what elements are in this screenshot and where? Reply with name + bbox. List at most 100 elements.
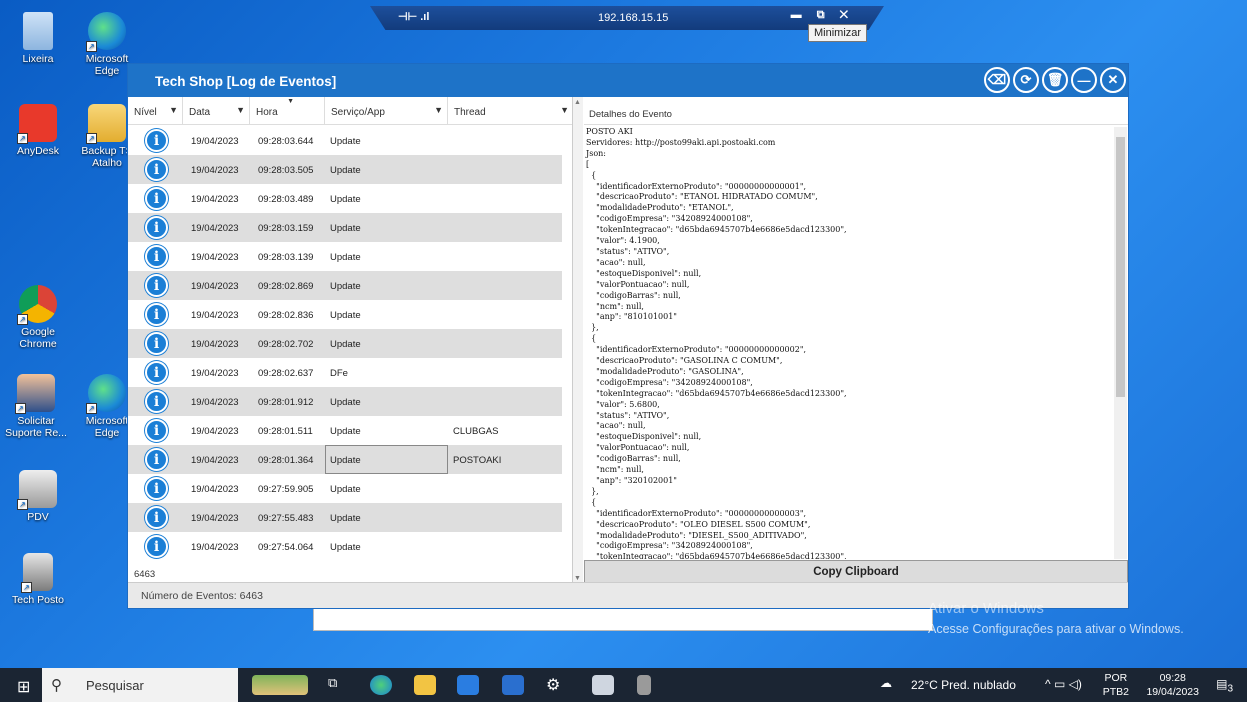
minimize-icon[interactable]: — [1071, 67, 1097, 93]
cell-time: 09:28:01.364 [258, 455, 314, 466]
filter-icon[interactable]: ▼ [560, 105, 569, 115]
copy-clipboard-button[interactable]: Copy Clipboard [584, 560, 1128, 584]
edge-taskbar-icon[interactable] [370, 675, 392, 695]
desktop-icon-label: Microsoft Edge [85, 415, 129, 439]
windows-start-icon[interactable]: ⊞ [17, 677, 30, 697]
scroll-thumb[interactable] [1116, 137, 1125, 397]
table-row[interactable]: i 19/04/2023 09:28:02.836 Update [128, 300, 562, 329]
window-controls[interactable]: ▬ ⧉ ✕ [791, 9, 854, 22]
cell-thread: POSTOAKI [453, 455, 502, 466]
desktop-icon-pdv[interactable]: ↗ PDV [6, 470, 70, 523]
mail-icon[interactable] [502, 675, 524, 695]
cell-service: Update [330, 252, 361, 263]
info-level-icon: i [145, 274, 168, 297]
column-hora[interactable]: Hora ▼ [250, 97, 325, 125]
info-level-icon: i [145, 390, 168, 413]
tech-shop-taskbar-icon[interactable] [592, 675, 614, 695]
chrome-icon: ↗ [17, 285, 57, 325]
table-row[interactable]: i 19/04/2023 09:28:03.644 Update [128, 126, 562, 155]
grid-scrollbar[interactable]: ▲ ▼ [573, 97, 583, 584]
cell-time: 09:28:02.637 [258, 368, 314, 379]
weather-text[interactable]: 22°C Pred. nublado [911, 678, 1016, 692]
desktop-icon-anydesk[interactable]: ↗ AnyDesk [6, 104, 70, 157]
cell-service: Update [330, 339, 361, 350]
minimize-tooltip: Minimizar [808, 24, 868, 42]
cell-time: 09:28:02.836 [258, 310, 314, 321]
cell-time: 09:27:55.483 [258, 513, 314, 524]
settings-icon[interactable]: ⚙ [546, 675, 568, 695]
cell-time: 09:27:59.905 [258, 484, 314, 495]
column-thread[interactable]: Thread ▼ [448, 97, 573, 125]
signal-icon: ⊣⊢ .ıl [398, 11, 430, 23]
cell-date: 19/04/2023 [191, 426, 239, 437]
cell-date: 19/04/2023 [191, 310, 239, 321]
table-row[interactable]: i 19/04/2023 09:28:03.489 Update [128, 184, 562, 213]
scroll-up-icon[interactable]: ▲ [574, 99, 581, 106]
task-view-icon[interactable]: ⧉ [328, 675, 350, 695]
cell-time: 09:28:02.702 [258, 339, 314, 350]
cell-service: Update [330, 136, 361, 147]
search-icon: ⚲ [51, 677, 62, 694]
details-text[interactable]: POSTO AKI Servidores: http://posto99aki.… [584, 127, 1113, 559]
column-data[interactable]: Data ▼ [183, 97, 250, 125]
cell-time: 09:28:01.511 [258, 426, 313, 437]
cell-date: 19/04/2023 [191, 194, 239, 205]
filter-icon[interactable]: ▼ [169, 105, 178, 115]
info-level-icon: i [145, 332, 168, 355]
filter-icon[interactable]: ▼ [236, 105, 245, 115]
table-row[interactable]: i 19/04/2023 09:27:54.064 Update [128, 532, 562, 561]
details-scrollbar[interactable] [1114, 127, 1127, 559]
table-row[interactable]: i 19/04/2023 09:27:55.483 Update [128, 503, 562, 532]
edge-icon: ↗ [86, 374, 126, 414]
window-action-buttons: ⌫ ⟳ 🗑 — ✕ [984, 67, 1126, 93]
desktop-icon-chrome[interactable]: ↗ Google Chrome [6, 285, 70, 350]
weather-icon[interactable]: ☁ [880, 676, 892, 690]
tray-icons[interactable]: ^ ▭ ◁) [1045, 677, 1082, 691]
cell-service: Update [330, 281, 361, 292]
desktop-icon-lixeira[interactable]: Lixeira [6, 12, 70, 65]
beach-widget-icon[interactable] [252, 675, 308, 695]
table-row[interactable]: i 19/04/2023 09:28:03.139 Update [128, 242, 562, 271]
table-row[interactable]: i 19/04/2023 09:28:03.159 Update [128, 213, 562, 242]
cell-time: 09:28:03.159 [258, 223, 314, 234]
column-nivel[interactable]: Nível ▼ [128, 97, 183, 125]
trash-icon[interactable]: 🗑 [1042, 67, 1068, 93]
window-titlebar: Tech Shop [Log de Eventos] ⌫ ⟳ 🗑 — ✕ [128, 64, 1128, 97]
clear-filter-icon[interactable]: ⌫ [984, 67, 1010, 93]
taskbar-clock[interactable]: 09:28 19/04/2023 [1146, 671, 1199, 699]
search-placeholder: Pesquisar [86, 678, 144, 693]
taskbar-search[interactable]: ⚲ Pesquisar [42, 668, 238, 702]
cell-date: 19/04/2023 [191, 513, 239, 524]
table-row[interactable]: i 19/04/2023 09:28:02.637 DFe [128, 358, 562, 387]
support-agent-icon: ↗ [15, 374, 55, 414]
desktop-icon-label: Backup TS Atalho [81, 145, 133, 169]
selected-cell-outline [325, 445, 448, 474]
column-servico[interactable]: Serviço/App ▼ [325, 97, 448, 125]
event-details-panel: Detalhes do Evento POSTO AKI Servidores:… [584, 97, 1128, 584]
table-row[interactable]: i 19/04/2023 09:28:01.912 Update [128, 387, 562, 416]
file-explorer-icon[interactable] [414, 675, 436, 695]
table-row[interactable]: i 19/04/2023 09:28:02.869 Update [128, 271, 562, 300]
table-row[interactable]: i 19/04/2023 09:28:03.505 Update [128, 155, 562, 184]
table-row[interactable]: i 19/04/2023 09:28:01.511 Update CLUBGAS [128, 416, 562, 445]
refresh-icon[interactable]: ⟳ [1013, 67, 1039, 93]
desktop-icon-suporte[interactable]: ↗ Solicitar Suporte Re... [4, 374, 68, 439]
table-row[interactable]: i 19/04/2023 09:28:01.364 Update POSTOAKI [128, 445, 562, 474]
info-level-icon: i [145, 448, 168, 471]
table-row[interactable]: i 19/04/2023 09:28:02.702 Update [128, 329, 562, 358]
desktop-icon-techposto[interactable]: ↗ Tech Posto [6, 553, 70, 606]
cell-service: Update [330, 165, 361, 176]
edge-icon: ↗ [86, 12, 126, 52]
remote-connection-bar: ⊣⊢ .ıl 192.168.15.15 ▬ ⧉ ✕ [370, 6, 884, 30]
table-row[interactable]: i 19/04/2023 09:27:59.905 Update [128, 474, 562, 503]
store-icon[interactable] [457, 675, 479, 695]
notification-center-icon[interactable]: ▤3 [1216, 677, 1233, 694]
grid-header: Nível ▼ Data ▼ Hora ▼ Serviço/App ▼ Thread ▼ [128, 97, 572, 125]
close-icon[interactable]: ✕ [1100, 67, 1126, 93]
scroll-down-icon[interactable]: ▼ [574, 575, 581, 582]
tech-posto-taskbar-icon[interactable] [637, 675, 651, 695]
filter-icon[interactable]: ▼ [434, 105, 443, 115]
language-indicator[interactable]: POR PTB2 [1103, 671, 1129, 699]
fuel-pump-icon: ↗ [21, 553, 53, 593]
info-level-icon: i [145, 477, 168, 500]
